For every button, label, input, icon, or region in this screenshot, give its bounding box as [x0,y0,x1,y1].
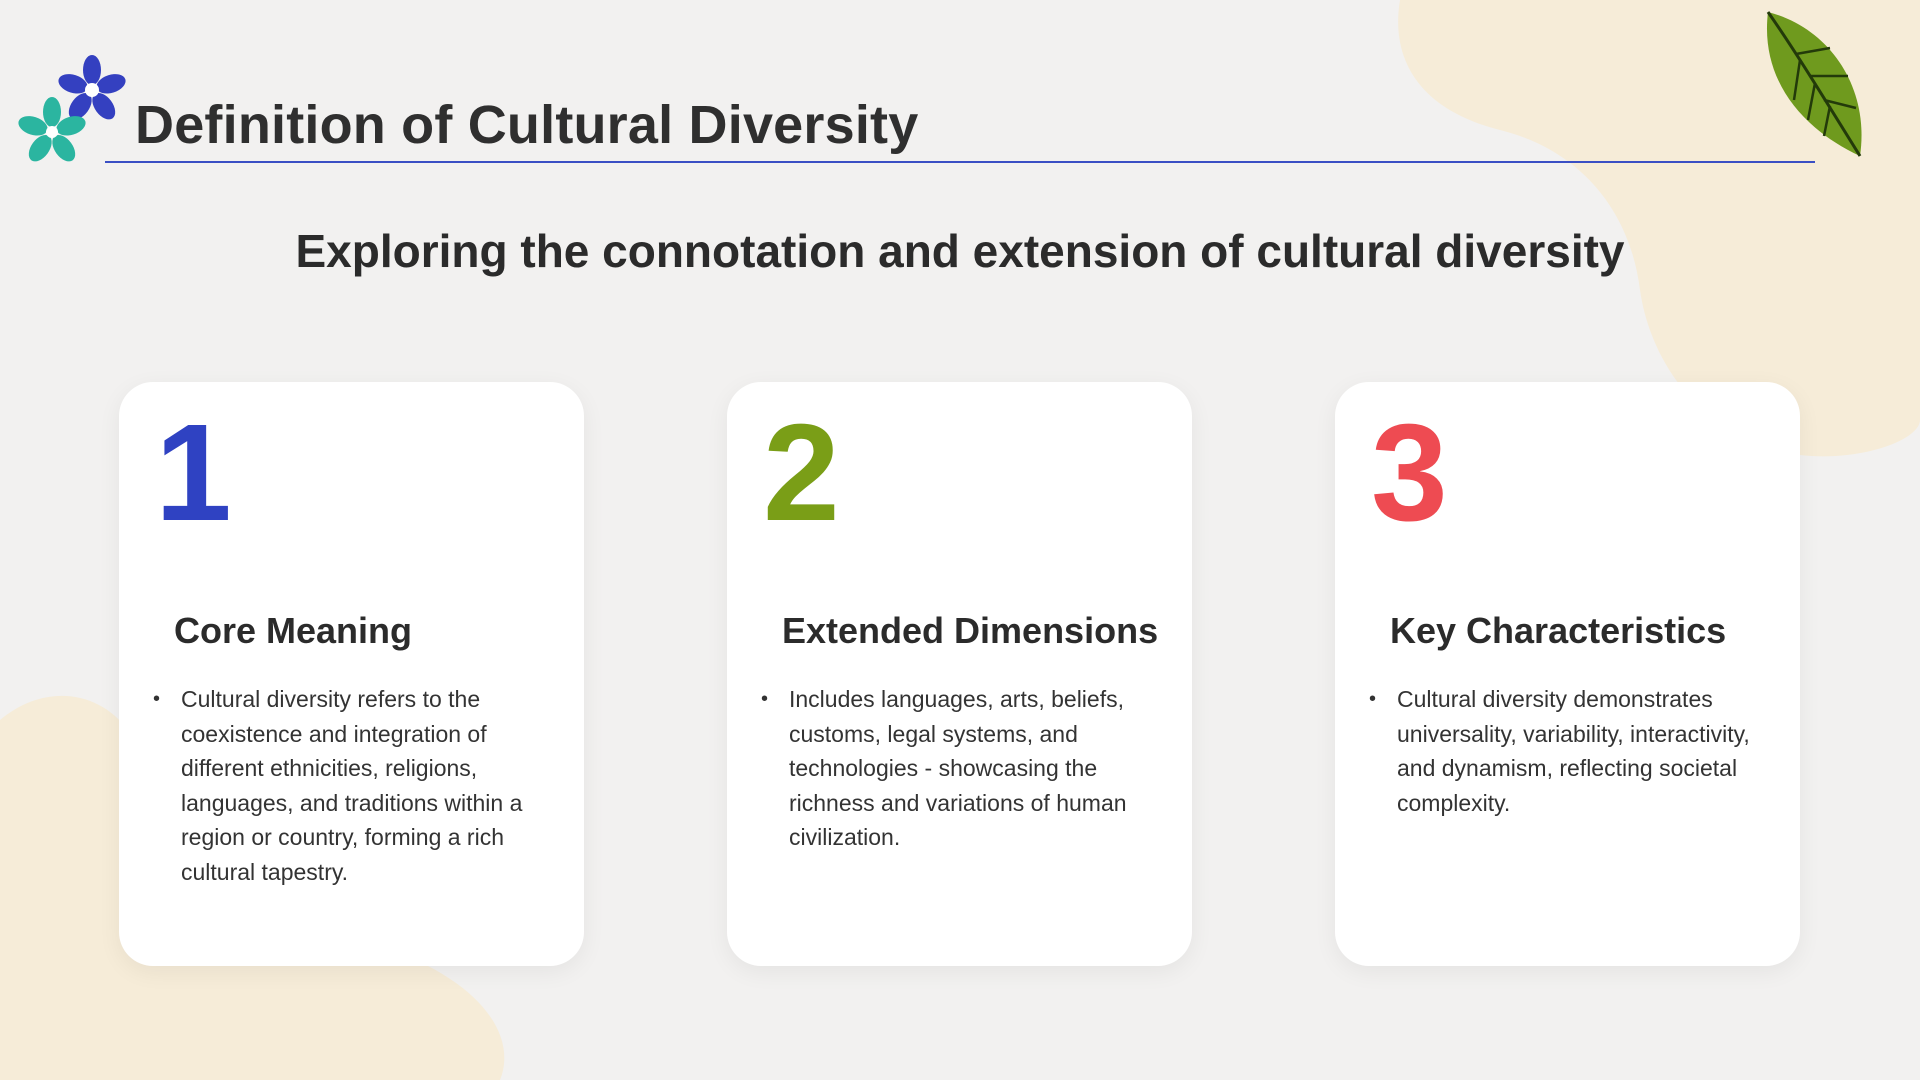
card-bullet-list: • Cultural diversity refers to the coexi… [153,682,558,889]
bullet-icon: • [761,688,769,710]
card-bullet-text: Cultural diversity refers to the coexist… [181,686,523,885]
page-title: Definition of Cultural Diversity [135,95,919,155]
flower-cluster-icon [18,55,126,162]
card-bullet-text: Cultural diversity demonstrates universa… [1397,686,1750,816]
card-bullet-list: • Includes languages, arts, beliefs, cus… [761,682,1166,855]
title-underline [105,161,1815,163]
card-heading: Extended Dimensions [782,610,1159,651]
bullet-icon: • [153,688,161,710]
green-leaf-icon [1766,11,1862,157]
card-bullet-text: Includes languages, arts, beliefs, custo… [789,686,1127,850]
list-item: • Cultural diversity demonstrates univer… [1369,682,1774,820]
card-key-characteristics: 3 Key Characteristics • Cultural diversi… [1335,382,1800,966]
card-extended-dimensions: 2 Extended Dimensions • Includes languag… [727,382,1192,966]
card-number: 1 [155,396,232,550]
card-core-meaning: 1 Core Meaning • Cultural diversity refe… [119,382,584,966]
page-subtitle: Exploring the connotation and extension … [295,225,1625,277]
list-item: • Cultural diversity refers to the coexi… [153,682,558,889]
card-number: 2 [763,396,840,550]
card-number: 3 [1371,396,1448,550]
bullet-icon: • [1369,688,1377,710]
card-bullet-list: • Cultural diversity demonstrates univer… [1369,682,1774,820]
card-heading: Core Meaning [174,610,413,651]
card-heading: Key Characteristics [1390,610,1727,651]
list-item: • Includes languages, arts, beliefs, cus… [761,682,1166,855]
